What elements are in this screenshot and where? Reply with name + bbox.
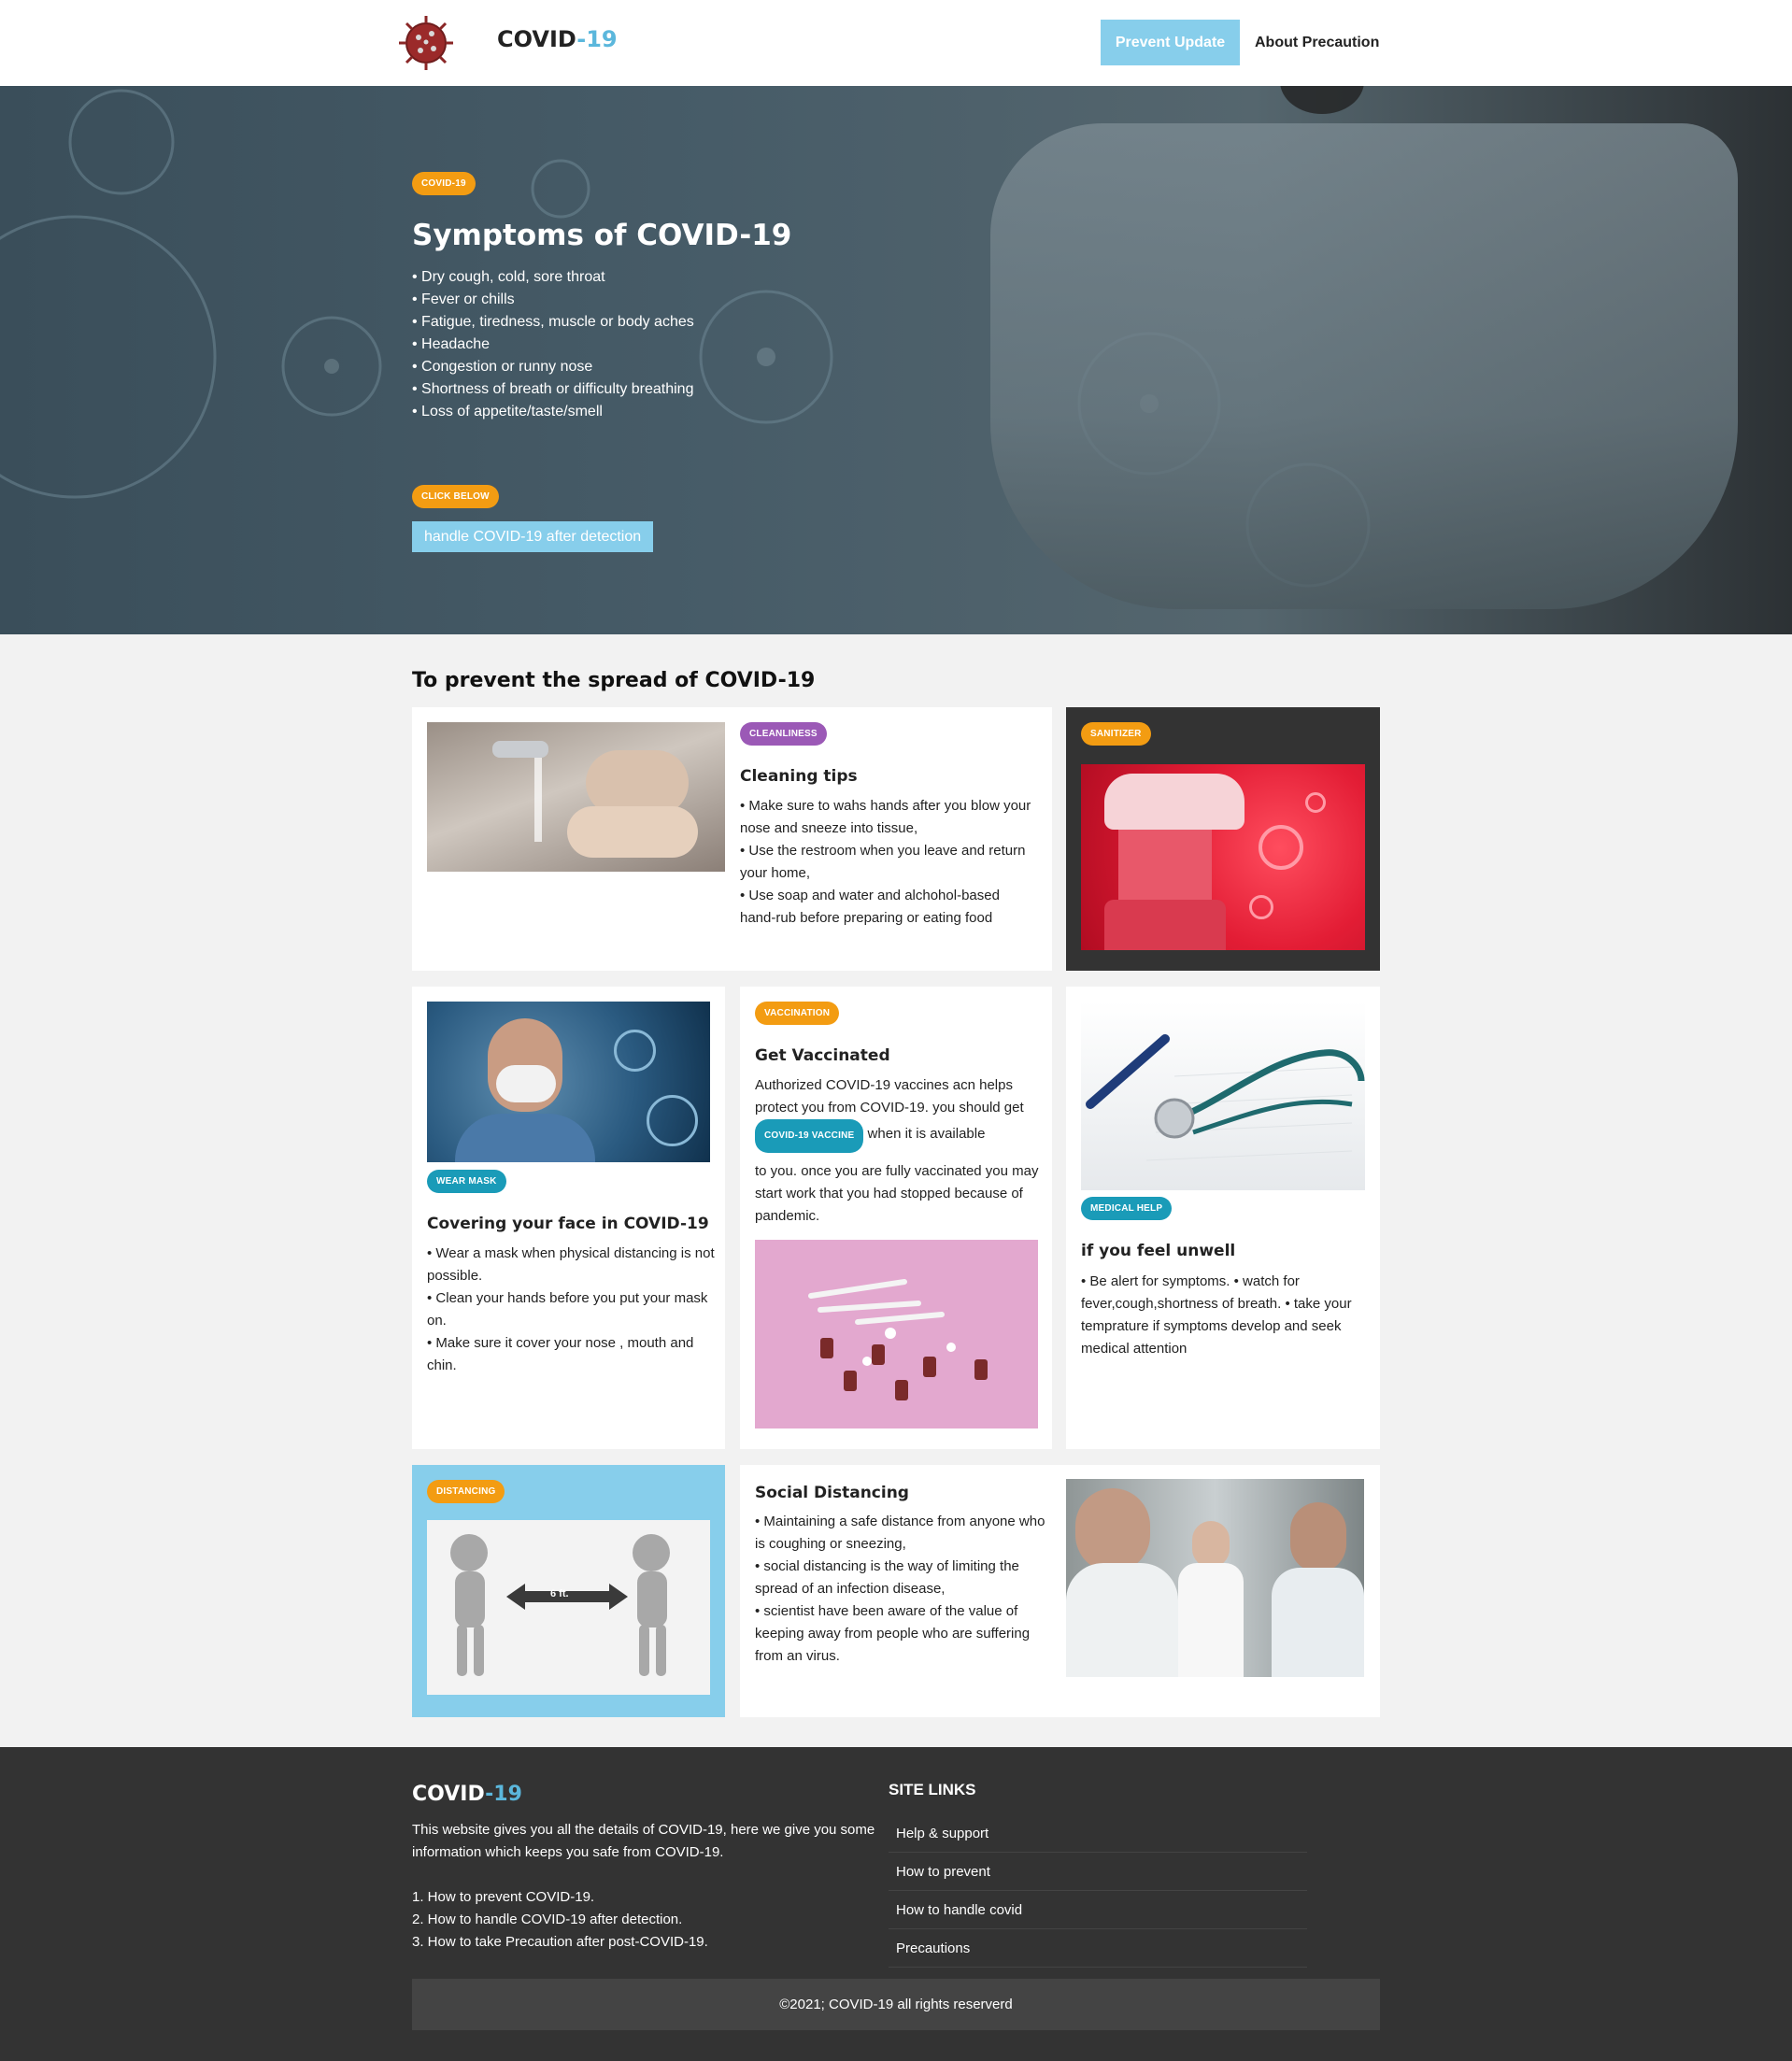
distancing-card: DISTANCING 6 ft. bbox=[412, 1465, 725, 1717]
nav-prevent-update[interactable]: Prevent Update bbox=[1101, 20, 1240, 65]
symptom-item: • Headache bbox=[412, 336, 490, 352]
vaccine-card: VACCINATION Get Vaccinated Authorized CO… bbox=[740, 987, 1052, 1449]
footer-topics-list: 1. How to prevent COVID-19. 2. How to ha… bbox=[412, 1886, 708, 1954]
site-links-title: SITE LINKS bbox=[889, 1781, 976, 1798]
medical-help-card: MEDICAL HELP if you feel unwell • Be ale… bbox=[1066, 987, 1380, 1449]
symptom-item: • Shortness of breath or difficulty brea… bbox=[412, 381, 694, 397]
list-item: • Use soap and water and alchohol-based … bbox=[740, 888, 1000, 926]
site-footer: COVID-19 This website gives you all the … bbox=[0, 1747, 1792, 2061]
distancing-figures bbox=[450, 1534, 670, 1676]
footer-brand-accent: -19 bbox=[485, 1783, 522, 1806]
hand-washing-image bbox=[427, 722, 725, 872]
medical-help-tag: MEDICAL HELP bbox=[1081, 1197, 1173, 1220]
hero-tag: COVID-19 bbox=[412, 172, 476, 195]
vaccine-title: Get Vaccinated bbox=[755, 1046, 890, 1065]
vaccine-text-c: to you. once you are fully vaccinated yo… bbox=[755, 1163, 1039, 1224]
mask-wearer-image bbox=[427, 1002, 710, 1162]
face-mask-image bbox=[990, 123, 1738, 609]
mask-tips-list: • Wear a mask when physical distancing i… bbox=[427, 1243, 715, 1377]
list-item: • Make sure to wahs hands after you blow… bbox=[740, 798, 1031, 836]
list-item: • Make sure it cover your nose , mouth a… bbox=[427, 1335, 694, 1373]
site-links-list: Help & support How to prevent How to han… bbox=[889, 1814, 1307, 1968]
cleaning-title: Cleaning tips bbox=[740, 767, 858, 786]
vaccine-text-a: Authorized COVID-19 vaccines acn helps p… bbox=[755, 1077, 1024, 1116]
symptom-item: • Loss of appetite/taste/smell bbox=[412, 404, 603, 419]
virus-logo-icon[interactable] bbox=[396, 13, 456, 73]
list-item: 2. How to handle COVID-19 after detectio… bbox=[412, 1912, 683, 1927]
sanitizer-tag: SANITIZER bbox=[1081, 722, 1151, 746]
unwell-title: if you feel unwell bbox=[1081, 1242, 1236, 1260]
copyright-bar: ©2021; COVID-19 all rights reserverd bbox=[412, 1979, 1380, 2030]
stethoscope-illustration bbox=[1086, 1034, 1365, 1161]
hero-title: Symptoms of COVID-19 bbox=[412, 219, 792, 252]
hero-banner: COVID-19 Symptoms of COVID-19 • Dry coug… bbox=[0, 86, 1792, 634]
click-below-tag: CLICK BELOW bbox=[412, 485, 499, 508]
section-title: To prevent the spread of COVID-19 bbox=[412, 669, 816, 692]
brand-main: COVID bbox=[497, 26, 577, 52]
footer-description: This website gives you all the details o… bbox=[412, 1822, 875, 1860]
nav-about-precaution[interactable]: About Precaution bbox=[1240, 20, 1394, 65]
symptom-item: • Dry cough, cold, sore throat bbox=[412, 269, 605, 285]
list-item: • social distancing is the way of limiti… bbox=[755, 1558, 1019, 1597]
social-title: Social Distancing bbox=[755, 1484, 909, 1502]
list-item: • scientist have been aware of the value… bbox=[755, 1603, 1031, 1664]
list-item: 1. How to prevent COVID-19. bbox=[412, 1889, 595, 1905]
cleanliness-tag: CLEANLINESS bbox=[740, 722, 827, 746]
sanitizer-image bbox=[1081, 764, 1365, 950]
vaccination-tag: VACCINATION bbox=[755, 1002, 840, 1025]
doctors-image bbox=[1066, 1479, 1364, 1677]
stethoscope-image bbox=[1081, 1002, 1365, 1190]
footer-brand: COVID-19 bbox=[412, 1783, 522, 1806]
footer-brand-main: COVID bbox=[412, 1783, 486, 1806]
list-item: • Use the restroom when you leave and re… bbox=[740, 843, 1026, 881]
handle-covid-button[interactable]: handle COVID-19 after detection bbox=[412, 521, 654, 552]
symptoms-list: • Dry cough, cold, sore throat • Fever o… bbox=[412, 266, 694, 423]
footer-link-precautions[interactable]: Precautions bbox=[889, 1929, 1307, 1968]
vials-illustration bbox=[808, 1279, 988, 1400]
site-header: COVID-19 Prevent Update About Precaution bbox=[0, 0, 1792, 86]
syringes-image bbox=[755, 1240, 1038, 1428]
footer-link-handle[interactable]: How to handle covid bbox=[889, 1891, 1307, 1929]
symptom-item: • Fatigue, tiredness, muscle or body ach… bbox=[412, 314, 694, 330]
vaccine-text-b: when it is available bbox=[867, 1126, 986, 1142]
vaccine-text: Authorized COVID-19 vaccines acn helps p… bbox=[755, 1074, 1043, 1153]
list-item: 3. How to take Precaution after post-COV… bbox=[412, 1934, 708, 1950]
cleaning-tips-list: • Make sure to wahs hands after you blow… bbox=[740, 795, 1037, 930]
wear-mask-card: WEAR MASK Covering your face in COVID-19… bbox=[412, 987, 725, 1449]
covid-vaccine-tag[interactable]: COVID-19 VACCINE bbox=[755, 1119, 864, 1153]
cleaning-card: CLEANLINESS Cleaning tips • Make sure to… bbox=[412, 707, 1052, 971]
social-distancing-card: Social Distancing • Maintaining a safe d… bbox=[740, 1465, 1380, 1717]
brand-accent: -19 bbox=[576, 26, 618, 52]
list-item: • Clean your hands before you put your m… bbox=[427, 1290, 708, 1329]
list-item: • Wear a mask when physical distancing i… bbox=[427, 1245, 715, 1284]
mask-title: Covering your face in COVID-19 bbox=[427, 1215, 709, 1233]
symptom-item: • Fever or chills bbox=[412, 291, 515, 307]
brand-name[interactable]: COVID-19 bbox=[497, 26, 618, 52]
distancing-tag: DISTANCING bbox=[427, 1480, 505, 1503]
distancing-image: 6 ft. bbox=[427, 1520, 710, 1695]
footer-link-help[interactable]: Help & support bbox=[889, 1814, 1307, 1853]
symptom-item: • Congestion or runny nose bbox=[412, 359, 593, 375]
unwell-text: • Be alert for symptoms. • watch for fev… bbox=[1081, 1273, 1352, 1357]
footer-link-prevent[interactable]: How to prevent bbox=[889, 1853, 1307, 1891]
sanitizer-card: SANITIZER bbox=[1066, 707, 1380, 971]
wear-mask-tag: WEAR MASK bbox=[427, 1170, 506, 1193]
social-tips-list: • Maintaining a safe distance from anyon… bbox=[755, 1511, 1052, 1668]
list-item: • Maintaining a safe distance from anyon… bbox=[755, 1514, 1045, 1552]
distance-label: 6 ft. bbox=[550, 1588, 569, 1599]
